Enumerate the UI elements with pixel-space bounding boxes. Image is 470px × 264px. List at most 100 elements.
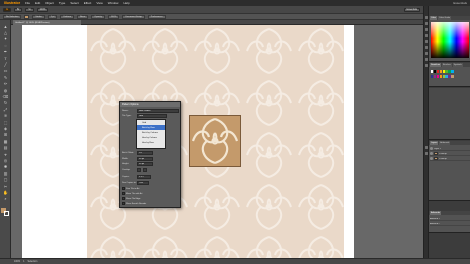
tab-color-guide[interactable]: Color Guide	[437, 16, 452, 20]
rotate-icon[interactable]: ↻	[1, 100, 10, 106]
brick-offset-select[interactable]: 1/2	[137, 151, 153, 155]
shape-builder-icon[interactable]: ◈	[1, 125, 10, 131]
line-icon[interactable]: ╱	[1, 61, 10, 67]
menu-edit[interactable]: Edit	[35, 1, 40, 5]
bridge-button[interactable]: Br	[14, 7, 23, 12]
dim-copies-select[interactable]: 70%	[137, 181, 149, 185]
menu-help[interactable]: Help	[123, 1, 129, 5]
menu-file[interactable]: File	[25, 1, 30, 5]
graph-icon[interactable]: ▥	[1, 170, 10, 176]
variable-width[interactable]: Uniform	[60, 14, 75, 19]
type-icon[interactable]: T	[1, 55, 10, 61]
layer-row[interactable]: <Group>	[430, 157, 470, 161]
visibility-icon[interactable]	[430, 157, 433, 160]
overlap-v-button[interactable]	[143, 168, 147, 172]
pen-icon[interactable]: ✒	[1, 49, 10, 55]
zoom-icon[interactable]: ⌕	[1, 196, 10, 202]
checkbox-show-swatch-bounds[interactable]: Show Swatch Bounds	[122, 202, 146, 205]
menu-type[interactable]: Type	[59, 1, 66, 5]
document-setup-button[interactable]: Document Setup	[122, 14, 145, 19]
tab-artboards[interactable]: Artboards	[439, 141, 451, 145]
menu-item-hex-by-row[interactable]: Hex by Row	[137, 140, 165, 145]
stroke-color-swatch[interactable]	[4, 211, 9, 216]
brushes-panel-icon[interactable]	[425, 28, 428, 31]
color-spectrum[interactable]	[431, 22, 469, 58]
artboard-navigator[interactable]: 1	[23, 260, 24, 263]
checkbox-box[interactable]	[122, 197, 125, 200]
menu-view[interactable]: View	[96, 1, 102, 5]
preferences-button[interactable]: Preferences	[147, 14, 166, 19]
height-field[interactable]: 50 px	[137, 162, 153, 166]
checkbox-box[interactable]	[122, 192, 125, 195]
pencil-icon[interactable]: ✏	[1, 81, 10, 87]
selection-icon[interactable]: ▲	[1, 23, 10, 29]
blend-icon[interactable]: ◎	[1, 157, 10, 163]
menu-window[interactable]: Window	[108, 1, 119, 5]
checkbox-show-tile-edge[interactable]: Show Tile Edge	[122, 197, 140, 200]
layer-row[interactable]: Layer 1	[430, 147, 470, 151]
paintbrush-icon[interactable]: ✎	[1, 74, 10, 80]
color-swatch[interactable]	[451, 70, 454, 73]
tab-artboards-panel[interactable]: Artboards	[430, 211, 442, 215]
copies-select[interactable]: 5 x 5	[137, 175, 151, 179]
perspective-icon[interactable]: ⊞	[1, 132, 10, 138]
checkbox-box[interactable]	[122, 202, 125, 205]
color-swatch[interactable]	[451, 75, 454, 78]
color-panel-icon[interactable]	[425, 16, 428, 19]
swatches-panel-icon[interactable]	[425, 22, 428, 25]
tab-swatches[interactable]: Swatches	[430, 63, 442, 67]
free-transform-icon[interactable]: ⬚	[1, 119, 10, 125]
lasso-icon[interactable]: ◌	[1, 42, 10, 48]
layer-row[interactable]: <Group>	[430, 152, 470, 156]
artboards-panel-icon[interactable]	[425, 152, 428, 155]
name-field[interactable]: New Pattern	[137, 109, 179, 113]
checkbox-box[interactable]	[122, 187, 125, 190]
stroke-weight[interactable]: 1 pt	[47, 14, 58, 19]
mesh-icon[interactable]: ▦	[1, 138, 10, 144]
pattern-tile[interactable]	[189, 115, 241, 167]
tab-color[interactable]: Color	[430, 16, 437, 20]
tile-type-select[interactable]: Grid	[137, 114, 167, 118]
tab-symbols[interactable]: Symbols	[452, 63, 463, 67]
opacity-value[interactable]: 100%	[107, 14, 120, 19]
hand-icon[interactable]: ✋	[1, 189, 10, 195]
overlap-h-button[interactable]	[137, 168, 141, 172]
workspace-label[interactable]: Essentials	[453, 1, 467, 5]
artboard-icon[interactable]: ▢	[1, 177, 10, 183]
tab-brushes[interactable]: Brushes	[442, 63, 452, 67]
blob-brush-icon[interactable]: ◍	[1, 87, 10, 93]
zoom-readout[interactable]: 100%	[14, 260, 20, 263]
brush-definition[interactable]: Basic	[77, 14, 89, 19]
artboard-row[interactable]: Artboard 2	[430, 222, 470, 226]
menu-select[interactable]: Select	[70, 1, 78, 5]
artboard-row[interactable]: Artboard 1	[430, 217, 470, 221]
checkbox-size-tile[interactable]: Size Tile to Art	[122, 187, 139, 190]
scale-icon[interactable]: ⤢	[1, 106, 10, 112]
eyedropper-icon[interactable]: ⌖	[1, 151, 10, 157]
symbols-panel-icon[interactable]	[425, 34, 428, 37]
dialog-title[interactable]: Pattern Options	[120, 102, 180, 107]
rectangle-icon[interactable]: ▭	[1, 68, 10, 74]
app-menu[interactable]: Illustrator	[4, 1, 20, 5]
layers-panel-icon[interactable]	[425, 146, 428, 149]
zoom-dropdown[interactable]: 100%	[36, 7, 49, 12]
menu-effect[interactable]: Effect	[84, 1, 92, 5]
fill-swatch[interactable]	[24, 14, 30, 19]
slice-icon[interactable]: ✂	[1, 183, 10, 189]
appearance-panel-icon[interactable]	[425, 58, 428, 61]
eraser-icon[interactable]: ⌫	[1, 93, 10, 99]
stroke-panel-icon[interactable]	[425, 40, 428, 43]
visibility-icon[interactable]	[430, 147, 433, 150]
width-icon[interactable]: ≋	[1, 113, 10, 119]
visibility-icon[interactable]	[430, 152, 433, 155]
transparency-panel-icon[interactable]	[425, 52, 428, 55]
gradient-icon[interactable]: ▤	[1, 145, 10, 151]
symbol-sprayer-icon[interactable]: ✺	[1, 164, 10, 170]
menu-object[interactable]: Object	[45, 1, 54, 5]
stock-button[interactable]: St	[25, 7, 34, 12]
tab-layers[interactable]: Layers	[430, 141, 439, 145]
gradient-panel-icon[interactable]	[425, 46, 428, 49]
direct-select-icon[interactable]: △	[1, 29, 10, 35]
width-field[interactable]: 50 px	[137, 157, 153, 161]
graphic-styles-panel-icon[interactable]	[425, 64, 428, 67]
